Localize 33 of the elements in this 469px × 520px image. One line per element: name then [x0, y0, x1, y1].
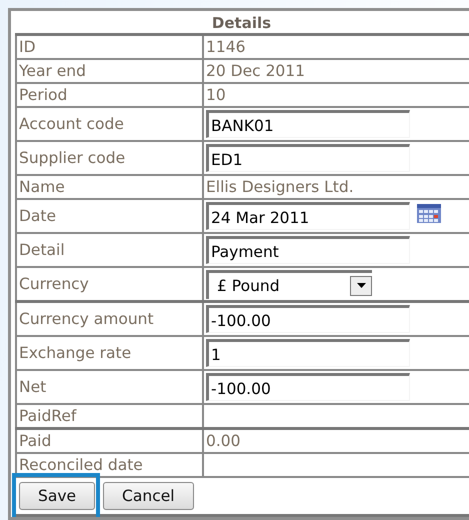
field-label: PaidRef — [17, 405, 204, 427]
form-button[interactable]: Save — [19, 482, 96, 510]
field-label: Currency amount — [17, 303, 204, 335]
input-field[interactable]: ED1 — [206, 144, 410, 172]
input-field[interactable]: Payment — [206, 236, 410, 264]
field-label: Reconciled date — [17, 454, 204, 476]
field-label: Detail — [17, 234, 204, 266]
field-label: Date — [17, 200, 204, 232]
field-label: Exchange rate — [17, 337, 204, 369]
calendar-icon[interactable] — [416, 202, 442, 224]
field-label: Year end — [17, 60, 204, 82]
field-value: 1146 — [206, 38, 246, 56]
dropdown-arrow-icon — [356, 283, 366, 288]
field-label: Period — [17, 84, 204, 106]
field-value: Ellis Designers Ltd. — [206, 178, 354, 196]
form-button[interactable]: Cancel — [103, 482, 194, 510]
field-label: ID — [17, 36, 204, 58]
field-label: Currency — [17, 268, 204, 300]
input-field[interactable]: 24 Mar 2011 — [206, 202, 410, 230]
field-label: Name — [17, 176, 204, 198]
field-label: Paid — [17, 430, 204, 452]
field-value: 20 Dec 2011 — [206, 62, 306, 80]
input-field[interactable]: -100.00 — [206, 305, 410, 333]
field-label: Supplier code — [17, 142, 204, 174]
field-value: 0.00 — [206, 432, 241, 450]
currency-dropdown[interactable]: £ Pound — [206, 270, 372, 298]
panel-title: Details — [210, 13, 272, 33]
field-label: Account code — [17, 108, 204, 140]
input-field[interactable]: -100.00 — [206, 373, 410, 401]
field-value: 10 — [206, 86, 226, 104]
input-field[interactable]: BANK01 — [206, 110, 410, 138]
input-field[interactable]: 1 — [206, 339, 410, 367]
field-label: Net — [17, 371, 204, 403]
